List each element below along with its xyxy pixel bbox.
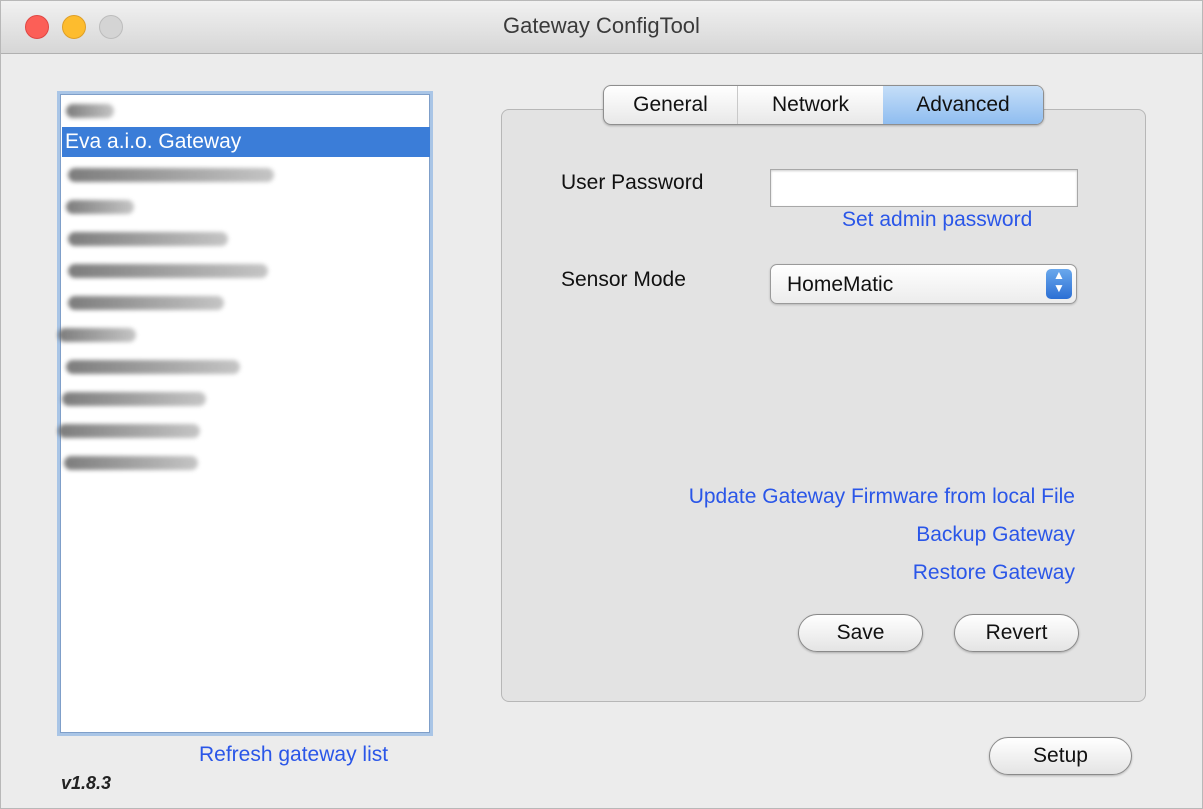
gateway-list-item-selected[interactable]: Eva a.i.o. Gateway [62, 127, 430, 157]
redacted-text [58, 328, 136, 342]
app-window: Gateway ConfigTool Eva a.i.o. Gateway Re… [0, 0, 1203, 809]
gateway-list-item[interactable] [62, 224, 430, 254]
user-password-label: User Password [561, 171, 704, 194]
save-button[interactable]: Save [798, 614, 923, 652]
tab-network[interactable]: Network [738, 86, 883, 124]
gateway-list-item[interactable] [58, 320, 430, 350]
redacted-text [68, 296, 224, 310]
restore-gateway-link[interactable]: Restore Gateway [913, 561, 1075, 585]
gateway-list-item[interactable] [62, 384, 430, 414]
version-label: v1.8.3 [61, 773, 112, 793]
gateway-list-item[interactable] [62, 288, 430, 318]
redacted-text [68, 232, 228, 246]
gateway-list-item[interactable] [58, 416, 430, 446]
backup-gateway-link[interactable]: Backup Gateway [916, 523, 1075, 547]
gateway-list-item[interactable] [62, 448, 430, 478]
update-firmware-link[interactable]: Update Gateway Firmware from local File [689, 485, 1075, 509]
redacted-text [64, 456, 198, 470]
stepper-arrows-icon: ▲ ▼ [1046, 269, 1072, 299]
gateway-list-item[interactable] [62, 160, 430, 190]
gateway-list-item[interactable] [62, 96, 430, 126]
window-title: Gateway ConfigTool [503, 13, 700, 38]
redacted-text [66, 360, 240, 374]
title-bar: Gateway ConfigTool [1, 1, 1202, 54]
gateway-list-item[interactable] [62, 352, 430, 382]
redacted-text [66, 200, 134, 214]
sensor-mode-select[interactable]: HomeMatic ▲ ▼ [770, 264, 1077, 304]
revert-button[interactable]: Revert [954, 614, 1079, 652]
gateway-list-item[interactable] [62, 256, 430, 286]
set-admin-password-link[interactable]: Set admin password [842, 208, 1032, 232]
redacted-text [66, 104, 114, 118]
redacted-text [68, 168, 274, 182]
redacted-text [62, 392, 206, 406]
setup-button[interactable]: Setup [989, 737, 1132, 775]
sensor-mode-value: HomeMatic [787, 273, 894, 296]
refresh-gateway-list-link[interactable]: Refresh gateway list [199, 743, 388, 767]
redacted-text [68, 264, 268, 278]
gateway-list[interactable]: Eva a.i.o. Gateway [57, 91, 433, 736]
gateway-list-item[interactable] [62, 192, 430, 222]
tab-advanced[interactable]: Advanced [883, 86, 1043, 124]
redacted-text [58, 424, 200, 438]
tab-bar: General Network Advanced [603, 85, 1044, 125]
sensor-mode-label: Sensor Mode [561, 268, 686, 291]
gateway-name: Eva a.i.o. Gateway [65, 130, 242, 153]
tab-general[interactable]: General [604, 86, 738, 124]
user-password-field[interactable] [770, 169, 1078, 207]
